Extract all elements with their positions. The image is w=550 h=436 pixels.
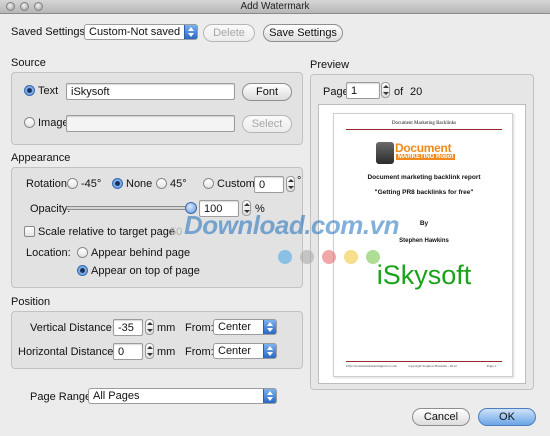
font-button[interactable]: Font	[242, 83, 292, 101]
logo-text-line2: MARKETING Robot	[396, 154, 456, 160]
rotation-none-label: None	[126, 178, 153, 190]
site-watermark-dot-red	[322, 250, 336, 264]
site-watermark-dot-blue	[278, 250, 292, 264]
rotation-minus45-label: -45°	[81, 178, 102, 190]
doc-footer-right: Page 1	[487, 364, 497, 368]
appear-behind-label: Appear behind page	[91, 247, 191, 259]
rotation-custom-radio[interactable]	[203, 178, 214, 189]
scale-relative-checkbox[interactable]	[24, 226, 35, 237]
custom-rotation-stepper[interactable]	[286, 176, 295, 192]
page-range-label: Page Range:	[30, 391, 95, 403]
scale-value[interactable]: 50	[170, 226, 182, 238]
site-watermark-text: Download.com.vn	[184, 210, 399, 240]
saved-settings-value: Custom-Not saved	[89, 26, 181, 38]
watermark-text-input[interactable]: iSkysoft	[66, 83, 235, 100]
ok-button[interactable]: OK	[478, 408, 536, 426]
window-title: Add Watermark	[240, 1, 310, 12]
doc-header: Document Marketing Backlinks	[391, 121, 457, 126]
horizontal-from-label: From:	[185, 346, 214, 358]
rotation-45-label: 45°	[170, 178, 187, 190]
chevron-updown-icon	[263, 389, 276, 403]
preview-canvas: Document Marketing Backlinks Document MA…	[318, 104, 526, 384]
minimize-window-button[interactable]	[20, 2, 29, 11]
window-titlebar: Add Watermark	[0, 0, 550, 14]
logo-text-line1: Document	[395, 141, 452, 155]
text-source-radio[interactable]	[24, 85, 35, 96]
of-label: of	[394, 86, 404, 98]
doc-footer-mid: copyright Stephen Hawkins - 2012	[408, 364, 457, 368]
saved-settings-select[interactable]: Custom-Not saved	[84, 24, 198, 40]
vertical-distance-input[interactable]: -35	[113, 319, 143, 336]
image-source-label: Image	[38, 117, 69, 129]
vertical-distance-stepper[interactable]	[145, 319, 154, 335]
vertical-distance-label: Vertical Distance:	[30, 322, 115, 334]
page-range-value: All Pages	[93, 390, 140, 402]
image-path-input[interactable]	[66, 115, 235, 132]
rotation-label: Rotation:	[26, 178, 71, 190]
custom-rotation-input[interactable]: 0	[254, 176, 284, 193]
chevron-updown-icon	[184, 25, 197, 39]
doc-subtitle: "Getting PR8 backlinks for free"	[374, 189, 474, 196]
doc-header-rule	[346, 129, 502, 130]
vertical-from-value: Center	[218, 321, 252, 333]
delete-button[interactable]: Delete	[203, 24, 255, 42]
document-page: Document Marketing Backlinks Document MA…	[333, 113, 513, 377]
saved-settings-label: Saved Settings:	[11, 26, 89, 38]
doc-title: Document marketing backlink report	[367, 174, 481, 181]
vertical-unit: mm	[157, 322, 176, 334]
appearance-section-title: Appearance	[11, 152, 71, 164]
rotation-45-radio[interactable]	[156, 178, 167, 189]
chevron-updown-icon	[263, 344, 276, 358]
vertical-from-select[interactable]: Center	[213, 319, 277, 335]
appear-behind-radio[interactable]	[77, 247, 88, 258]
zoom-window-button[interactable]	[34, 2, 43, 11]
horizontal-distance-label: Horizontal Distance:	[18, 346, 117, 358]
close-window-button[interactable]	[6, 2, 15, 11]
site-watermark-dot-gray	[300, 250, 314, 264]
cancel-button[interactable]: Cancel	[412, 408, 470, 426]
rotation-none-radio[interactable]	[112, 178, 123, 189]
location-label: Location:	[26, 247, 71, 259]
doc-footer-left: http://documentmarketingrobot.com	[346, 364, 397, 368]
text-source-label: Text	[38, 85, 59, 97]
appear-ontop-radio[interactable]	[77, 265, 88, 276]
save-settings-button[interactable]: Save Settings	[263, 24, 343, 42]
rotation-custom-label: Custom	[217, 178, 255, 190]
rotation-minus45-radio[interactable]	[67, 178, 78, 189]
select-image-button[interactable]: Select	[242, 115, 292, 133]
opacity-label: Opacity:	[30, 203, 71, 215]
watermark-preview-text: iSkysoft	[376, 260, 472, 290]
image-source-radio[interactable]	[24, 117, 35, 128]
horizontal-unit: mm	[157, 346, 176, 358]
appear-ontop-label: Appear on top of page	[91, 265, 200, 277]
site-watermark-dot-yellow	[344, 250, 358, 264]
source-section-title: Source	[11, 57, 46, 69]
position-section-title: Position	[11, 296, 51, 308]
doc-footer-rule	[346, 361, 502, 362]
horizontal-distance-stepper[interactable]	[145, 343, 154, 359]
opacity-slider-track[interactable]	[66, 206, 191, 210]
site-watermark-dot-green	[366, 250, 380, 264]
scale-relative-label: Scale relative to target page	[38, 226, 175, 238]
horizontal-distance-input[interactable]: 0	[113, 343, 143, 360]
preview-section-title: Preview	[310, 59, 350, 71]
robot-logo-icon	[376, 142, 394, 164]
total-pages: 20	[410, 86, 423, 98]
page-label: Page	[323, 86, 349, 98]
page-number-stepper[interactable]	[381, 82, 390, 98]
horizontal-from-value: Center	[218, 345, 252, 357]
page-number-input[interactable]: 1	[346, 82, 380, 99]
page-range-select[interactable]: All Pages	[88, 388, 277, 404]
horizontal-from-select[interactable]: Center	[213, 343, 277, 359]
degree-symbol: °	[297, 175, 302, 187]
chevron-updown-icon	[263, 320, 276, 334]
vertical-from-label: From:	[185, 322, 214, 334]
